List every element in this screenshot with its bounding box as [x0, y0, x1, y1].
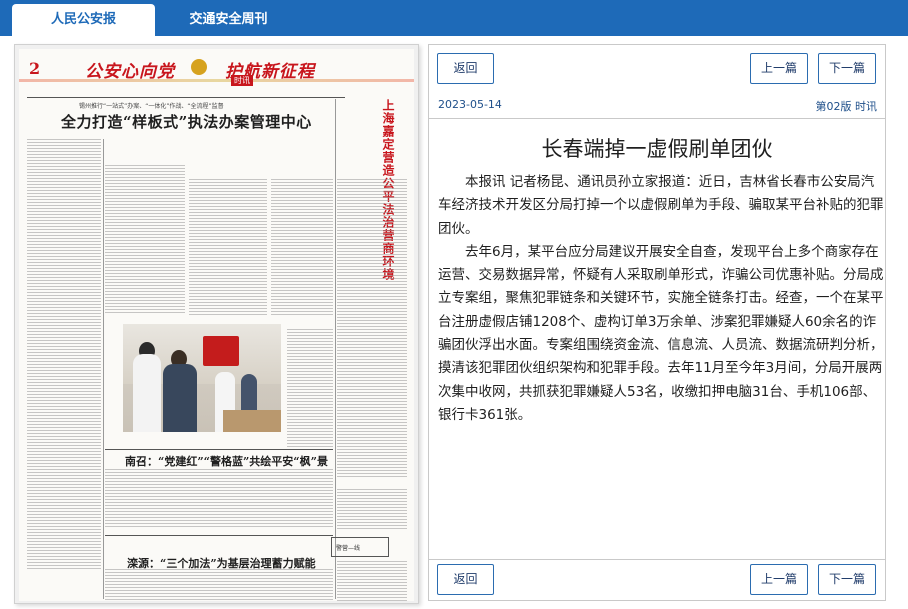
article-title: 长春端掉一虚假刷单团伙 [541, 137, 773, 161]
text-column [271, 179, 333, 315]
subhead-luanyuan: 滦源：“三个加法”为基层治理蓄力赋能 [127, 557, 316, 570]
text-column [337, 561, 407, 601]
newspaper-page: 2 公安心向党 护航新征程 时讯 锡州推行“一站式”办案、“一体化”作战、“全流… [19, 49, 414, 601]
previous-article-button[interactable]: 上一篇 [750, 53, 808, 84]
subhead-nanzhao: 南召：“党建红”“警格蓝”共绘平安“枫”景 [125, 455, 328, 468]
photo-banner [203, 336, 239, 366]
article-edition: 第02版 时讯 [815, 100, 878, 113]
main-headline: 全力打造“样板式”执法办案管理中心 [61, 113, 312, 131]
tab-renmin-gongan-bao[interactable]: 人民公安报 [12, 4, 155, 36]
back-button[interactable]: 返回 [437, 53, 494, 84]
article-toolbar-bottom: 返回 上一篇 下一篇 [429, 559, 885, 600]
section-badge: 时讯 [231, 75, 253, 86]
text-column [105, 469, 333, 529]
text-column [105, 165, 185, 315]
photo-person [163, 364, 197, 432]
tab-jiaotong-anquan-zhoukan[interactable]: 交通安全周刊 [157, 4, 300, 36]
news-photo [123, 324, 281, 432]
column-divider [335, 99, 336, 599]
article-body: 本报讯 记者杨昆、通讯员孙立家报道：近日，吉林省长春市公安局汽车经济技术开发区分… [438, 171, 884, 427]
text-column [287, 329, 333, 449]
divider [105, 449, 333, 450]
article-panel: 返回 上一篇 下一篇 2023-05-14 第02版 时讯 长春端掉一虚假刷单团… [428, 44, 886, 601]
divider [27, 97, 345, 98]
newspaper-masthead: 2 公安心向党 护航新征程 时讯 [19, 49, 414, 91]
text-column [337, 179, 407, 479]
newspaper-page-thumbnail[interactable]: 2 公安心向党 护航新征程 时讯 锡州推行“一站式”办案、“一体化”作战、“全流… [14, 44, 419, 604]
photo-person [133, 354, 161, 432]
text-column [105, 569, 333, 601]
article-toolbar-top: 返回 上一篇 下一篇 [429, 45, 885, 93]
text-column [27, 139, 101, 569]
divider [105, 535, 333, 536]
page-number: 2 [29, 59, 41, 78]
article-meta-row: 2023-05-14 第02版 时讯 [429, 93, 885, 119]
tab-bar: 人民公安报 交通安全周刊 [0, 0, 908, 36]
photo-desk [223, 410, 281, 432]
column-divider [103, 139, 104, 599]
article-paragraph: 本报讯 记者杨昆、通讯员孙立家报道：近日，吉林省长春市公安局汽车经济技术开发区分… [438, 174, 884, 237]
party-emblem-icon [191, 59, 207, 75]
previous-article-button-bottom[interactable]: 上一篇 [750, 564, 808, 595]
headline-kicker: 锡州推行“一站式”办案、“一体化”作战、“全流程”监督 [79, 103, 224, 110]
text-column [189, 179, 267, 315]
boxed-column-label: 警营—线 [331, 537, 389, 557]
next-article-button[interactable]: 下一篇 [818, 53, 876, 84]
article-paragraph: 去年6月，某平台应分局建议开展安全自查，发现平台上多个商家存在运营、交易数据异常… [438, 243, 884, 423]
back-button-bottom[interactable]: 返回 [437, 564, 494, 595]
article-date: 2023-05-14 [438, 98, 502, 111]
boxed-column-text: 警营—线 [336, 545, 361, 552]
next-article-button-bottom[interactable]: 下一篇 [818, 564, 876, 595]
text-column [337, 489, 407, 529]
masthead-stripe [19, 79, 414, 82]
